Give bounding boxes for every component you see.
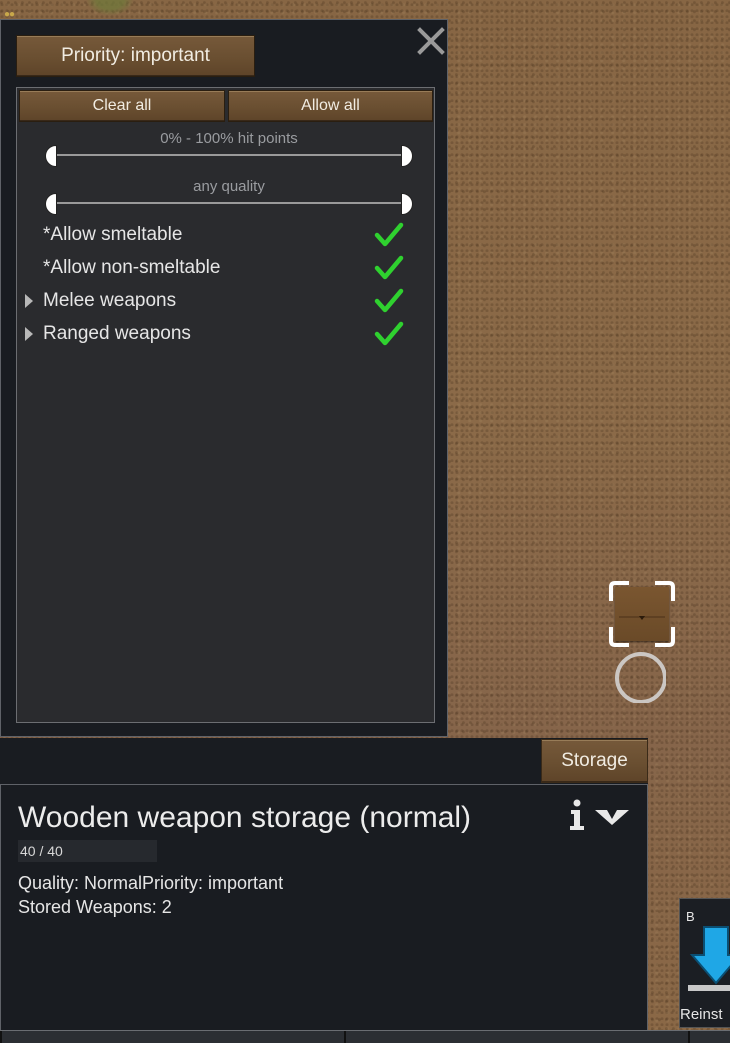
quality-priority-line: Quality: NormalPriority: important bbox=[18, 873, 284, 893]
thing-filter-box: Clear all Allow all 0% - 100% hit points… bbox=[16, 87, 435, 723]
slider-max-handle[interactable] bbox=[401, 145, 413, 167]
slider-max-handle[interactable] bbox=[401, 193, 413, 215]
close-icon[interactable] bbox=[415, 25, 447, 57]
grass-patch bbox=[86, 0, 134, 16]
main-tab-button[interactable] bbox=[0, 1031, 344, 1043]
filter-row-label: *Allow non-smeltable bbox=[43, 257, 221, 278]
reinstall-icon bbox=[688, 926, 730, 991]
reinstall-gizmo-button[interactable]: B Reinst bbox=[679, 898, 730, 1028]
checkmark-icon[interactable] bbox=[373, 253, 405, 283]
checkmark-icon[interactable] bbox=[373, 220, 405, 250]
checkmark-icon[interactable] bbox=[373, 319, 405, 349]
main-tab-bar bbox=[0, 1030, 730, 1043]
gizmo-label: Reinst bbox=[680, 1006, 723, 1023]
hitpoints-text: 40 / 40 bbox=[20, 843, 63, 859]
priority-button[interactable]: Priority: important bbox=[16, 35, 255, 77]
hitpoints-slider-label: 0% - 100% hit points bbox=[160, 130, 298, 147]
main-tab-button[interactable] bbox=[344, 1031, 688, 1043]
filter-row-smeltable[interactable]: *Allow smeltable bbox=[21, 220, 413, 250]
clear-all-button[interactable]: Clear all bbox=[19, 90, 225, 122]
hitpoints-slider[interactable]: 0% - 100% hit points bbox=[45, 130, 413, 170]
filter-row-non-smeltable[interactable]: *Allow non-smeltable bbox=[21, 253, 413, 283]
quality-slider[interactable]: any quality bbox=[45, 178, 413, 218]
tab-storage[interactable]: Storage bbox=[541, 739, 648, 783]
inspect-panel: Wooden weapon storage (normal) 40 / 40 Q… bbox=[0, 784, 648, 1032]
expand-arrow-icon[interactable] bbox=[25, 294, 33, 308]
storage-settings-panel: Priority: important Clear all Allow all … bbox=[0, 19, 448, 737]
filter-row-ranged-weapons[interactable]: Ranged weapons bbox=[21, 319, 413, 349]
interaction-spot-icon bbox=[615, 652, 666, 703]
building-title: Wooden weapon storage (normal) bbox=[18, 801, 472, 834]
hitpoints-bar: 40 / 40 bbox=[18, 840, 157, 862]
quality-slider-label: any quality bbox=[193, 178, 265, 195]
filter-row-label: *Allow smeltable bbox=[43, 224, 183, 245]
slider-min-handle[interactable] bbox=[45, 193, 57, 215]
filter-row-melee-weapons[interactable]: Melee weapons bbox=[21, 286, 413, 316]
expand-arrow-icon[interactable] bbox=[25, 327, 33, 341]
collapse-icon[interactable] bbox=[595, 807, 629, 827]
stored-weapons-line: Stored Weapons: 2 bbox=[18, 897, 172, 917]
slider-track bbox=[51, 154, 407, 156]
selection-bracket-icon bbox=[609, 581, 675, 647]
info-icon[interactable] bbox=[568, 799, 586, 831]
main-tab-button[interactable] bbox=[688, 1031, 730, 1043]
gizmo-hotkey: B bbox=[686, 909, 695, 924]
slider-track bbox=[51, 202, 407, 204]
slider-min-handle[interactable] bbox=[45, 145, 57, 167]
filter-row-label: Melee weapons bbox=[43, 290, 177, 311]
allow-all-button[interactable]: Allow all bbox=[228, 90, 433, 122]
filter-row-label: Ranged weapons bbox=[43, 323, 191, 344]
checkmark-icon[interactable] bbox=[373, 286, 405, 316]
